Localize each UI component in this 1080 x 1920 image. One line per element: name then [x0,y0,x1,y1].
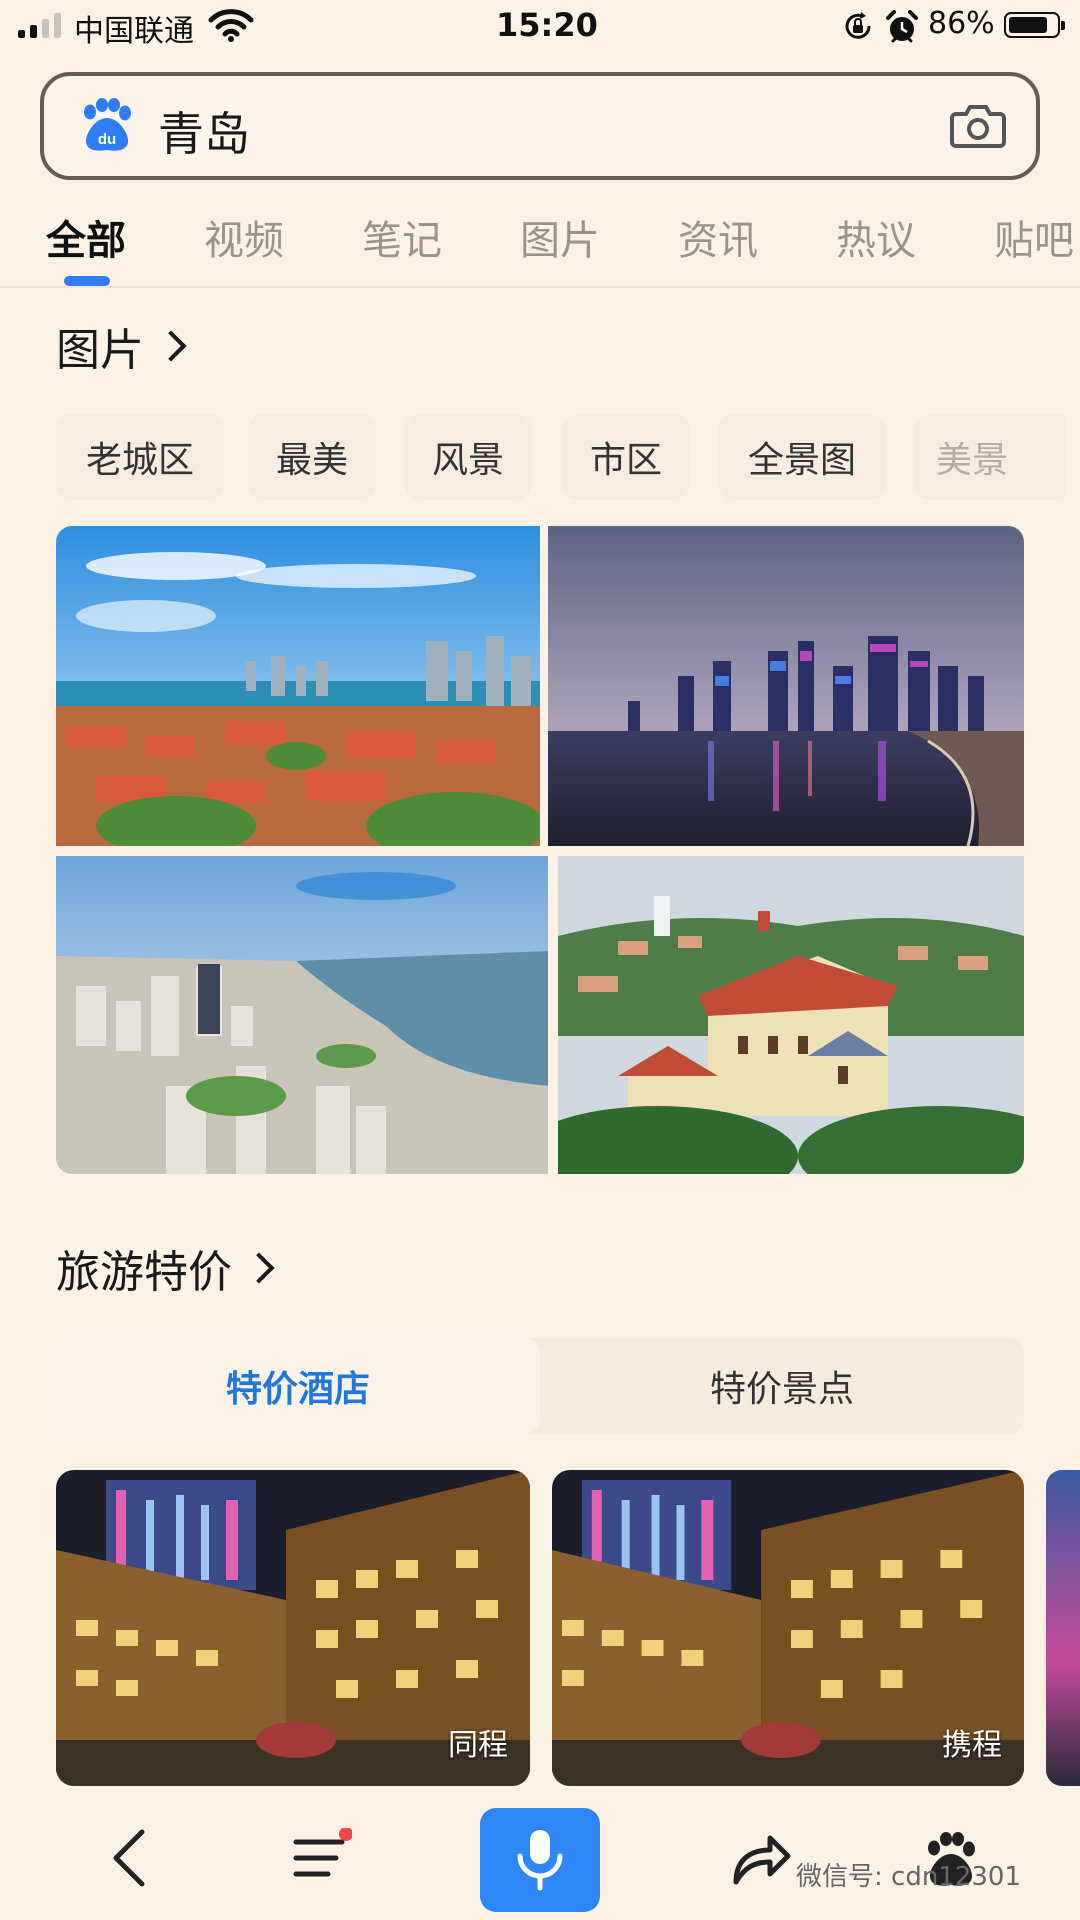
image-night-skyline[interactable] [548,526,1024,846]
chevron-right-icon [155,330,187,362]
tab-discussion[interactable]: 热议 [836,208,916,266]
back-icon[interactable] [108,1828,148,1888]
tab-attraction-deals[interactable]: 特价景点 [540,1338,1024,1434]
tab-news[interactable]: 资讯 [678,208,758,266]
battery-icon [1004,12,1065,38]
mic-icon [517,1830,563,1891]
hotel-card[interactable]: 同程 [56,1470,530,1786]
tabs-divider [0,286,1080,288]
tab-notes[interactable]: 笔记 [362,208,442,266]
tab-hotel-deals[interactable]: 特价酒店 [56,1338,540,1434]
chip-scenery[interactable]: 风景 [404,414,532,500]
alarm-icon [886,10,918,43]
chip-most-beautiful[interactable]: 最美 [248,414,376,500]
hotel-provider: 携程 [942,1728,1002,1763]
baidu-paw-icon: du [84,98,131,151]
status-bar: 中国联通 15:20 86% [0,0,1080,56]
hotel-provider: 同程 [448,1728,508,1763]
chip-beautiful-view[interactable]: 美景 [914,414,1066,500]
category-tabs: 全部 视频 笔记 图片 资讯 热议 贴吧 [0,200,1080,286]
chevron-right-icon [243,1252,275,1284]
clock-time: 15:20 [496,6,598,44]
rotation-lock-icon [845,12,871,39]
chip-old-town[interactable]: 老城区 [56,414,224,500]
svg-text:du: du [98,131,116,148]
image-red-roof-building[interactable] [558,856,1024,1174]
search-query[interactable]: 青岛 [158,98,250,164]
carrier-name: 中国联通 [74,14,194,49]
voice-search-button[interactable] [480,1808,600,1912]
menu-icon[interactable] [292,1828,352,1888]
images-section-title: 图片 [56,325,144,376]
active-tab-indicator [64,276,110,286]
tab-images[interactable]: 图片 [520,208,600,266]
tab-tieba[interactable]: 贴吧 [994,208,1074,266]
image-aerial-coast[interactable] [56,856,548,1174]
signal-icon [18,12,64,38]
image-old-town[interactable] [56,526,540,846]
image-chips: 老城区 最美 风景 市区 全景图 美景 [56,414,1066,500]
travel-section-header[interactable]: 旅游特价 [56,1236,275,1300]
tab-video[interactable]: 视频 [204,208,284,266]
camera-icon[interactable] [948,96,1008,154]
search-box[interactable]: du 青岛 [40,72,1040,180]
tab-all[interactable]: 全部 [46,208,126,266]
hotel-card-peek[interactable] [1046,1470,1080,1786]
share-icon[interactable] [730,1830,792,1888]
battery-percent: 86% [928,6,995,41]
travel-section-title: 旅游特价 [56,1247,232,1298]
watermark: 微信号: cdn12301 [796,1862,1022,1892]
hotel-card[interactable]: 携程 [552,1470,1024,1786]
travel-tabs: 特价酒店 特价景点 [56,1338,1024,1434]
chip-panorama[interactable]: 全景图 [718,414,886,500]
images-section-header[interactable]: 图片 [56,314,187,378]
chip-city[interactable]: 市区 [562,414,690,500]
wifi-icon [208,9,254,42]
